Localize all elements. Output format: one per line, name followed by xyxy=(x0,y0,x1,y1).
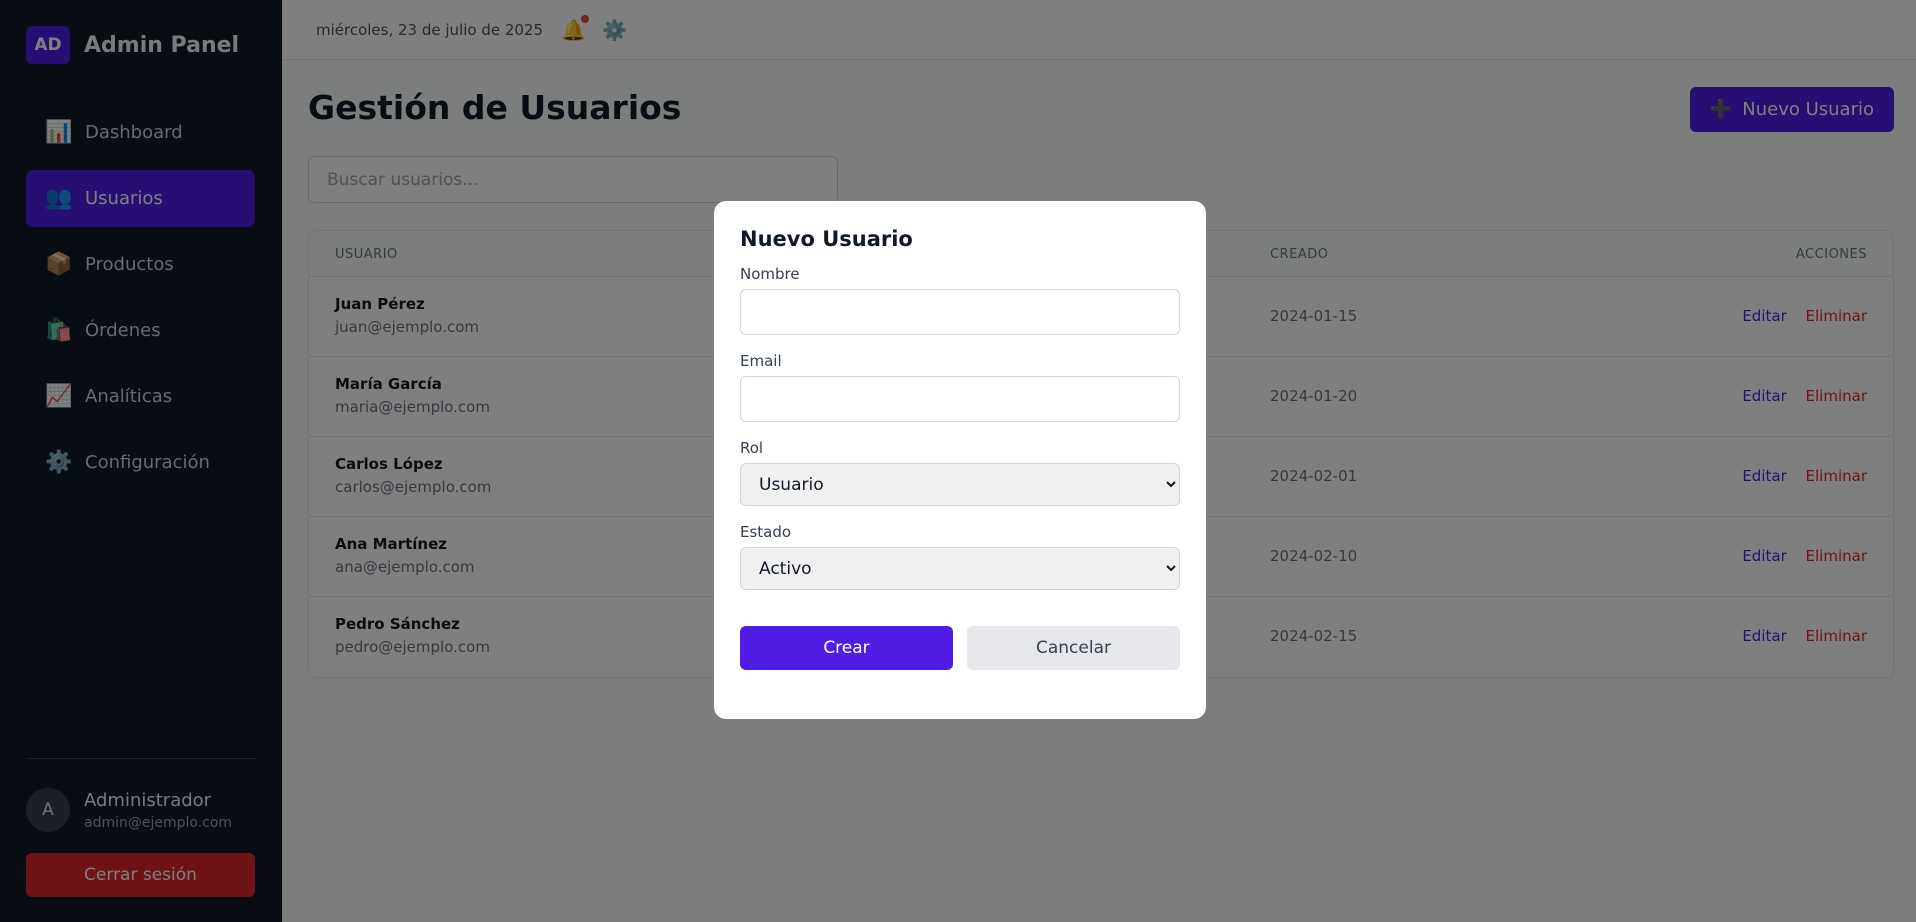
create-button[interactable]: Crear xyxy=(740,626,953,670)
modal-actions: Crear Cancelar xyxy=(740,626,1180,670)
status-select[interactable]: Activo xyxy=(740,547,1180,590)
name-label: Nombre xyxy=(740,265,800,283)
new-user-modal: Nuevo Usuario Nombre Email Rol Usuario E… xyxy=(714,201,1206,719)
email-label: Email xyxy=(740,352,782,370)
cancel-button[interactable]: Cancelar xyxy=(967,626,1180,670)
modal-title: Nuevo Usuario xyxy=(740,227,913,251)
email-field[interactable] xyxy=(740,376,1180,422)
status-label: Estado xyxy=(740,523,792,541)
role-select[interactable]: Usuario xyxy=(740,463,1180,506)
role-label: Rol xyxy=(740,439,764,457)
name-field[interactable] xyxy=(740,289,1180,335)
